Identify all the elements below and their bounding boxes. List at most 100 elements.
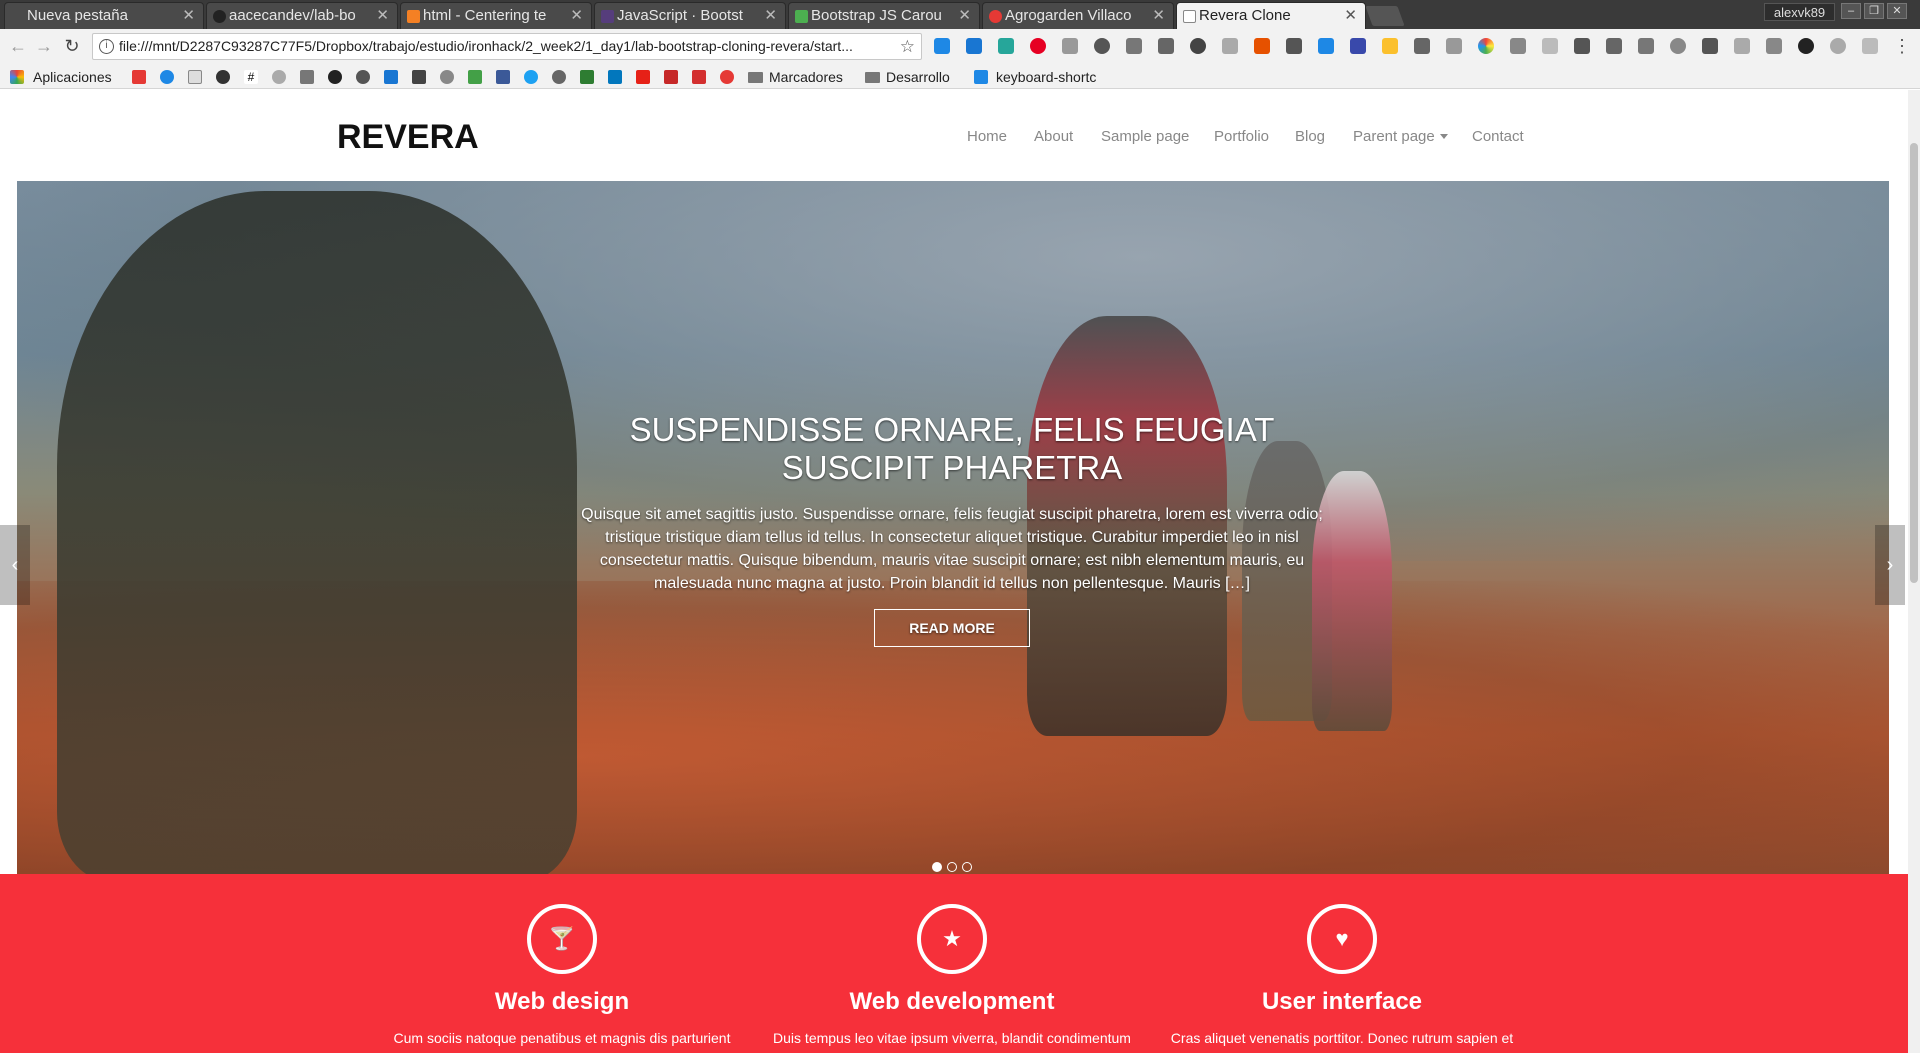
profile-button[interactable]: alexvk89: [1764, 3, 1835, 21]
bootstrap-icon: [601, 10, 614, 23]
tab-github[interactable]: aacecandev/lab-bo ✕: [206, 2, 398, 29]
bookmark-icon[interactable]: [300, 70, 314, 84]
extension-icon[interactable]: [1542, 38, 1558, 54]
extension-icon[interactable]: [1382, 38, 1398, 54]
tab-stackoverflow[interactable]: html - Centering te ✕: [400, 2, 592, 29]
forward-icon[interactable]: →: [34, 36, 54, 57]
bookmark-apps[interactable]: Aplicaciones: [33, 67, 112, 87]
extension-icon[interactable]: [1254, 38, 1270, 54]
tab-bootstrap-js[interactable]: JavaScript · Bootst ✕: [594, 2, 786, 29]
extension-icon[interactable]: [1158, 38, 1174, 54]
twitter-icon[interactable]: [524, 70, 538, 84]
new-tab-button[interactable]: [1365, 6, 1405, 26]
carousel-next-button[interactable]: ›: [1875, 525, 1905, 605]
extension-icon[interactable]: [1606, 38, 1622, 54]
bookmark-icon[interactable]: [720, 70, 734, 84]
extension-icon[interactable]: [1414, 38, 1430, 54]
info-icon[interactable]: i: [99, 39, 114, 54]
hash-icon[interactable]: #: [244, 70, 258, 84]
bookmark-icon[interactable]: [328, 70, 342, 84]
close-icon[interactable]: ✕: [182, 3, 195, 29]
bookmark-keyboard-shortcuts[interactable]: keyboard-shortc: [996, 67, 1108, 87]
back-icon[interactable]: ←: [8, 36, 28, 57]
close-icon[interactable]: ✕: [1152, 3, 1165, 29]
extension-icon[interactable]: [998, 38, 1014, 54]
extension-icon[interactable]: [1670, 38, 1686, 54]
gear-icon[interactable]: [1094, 38, 1110, 54]
menu-icon[interactable]: ⋮: [1892, 36, 1912, 57]
extension-icon[interactable]: [1638, 38, 1654, 54]
tab-nueva-pestana[interactable]: Nueva pestaña ✕: [4, 2, 204, 29]
extension-icon[interactable]: [1318, 38, 1334, 54]
carousel-prev-button[interactable]: ‹: [0, 525, 30, 605]
bookmark-icon[interactable]: [440, 70, 454, 84]
close-icon[interactable]: ✕: [958, 3, 971, 29]
nav-portfolio[interactable]: Portfolio: [1214, 128, 1269, 145]
extension-icon[interactable]: [934, 38, 950, 54]
extension-icon[interactable]: [1702, 38, 1718, 54]
scrollbar-thumb[interactable]: [1910, 143, 1918, 583]
nav-home[interactable]: Home: [967, 128, 1007, 145]
camera-icon[interactable]: [1510, 38, 1526, 54]
facebook-icon[interactable]: [496, 70, 510, 84]
pinterest-icon[interactable]: [1030, 38, 1046, 54]
bookmark-icon[interactable]: [608, 70, 622, 84]
extension-icon[interactable]: [1798, 38, 1814, 54]
restore-icon[interactable]: ❐: [1864, 3, 1884, 19]
extension-icon[interactable]: [1862, 38, 1878, 54]
address-bar[interactable]: i file:///mnt/D2287C93287C77F5/Dropbox/t…: [92, 33, 922, 60]
close-icon[interactable]: ✕: [764, 3, 777, 29]
bookmark-star-icon[interactable]: ☆: [900, 34, 915, 59]
nav-sample-page[interactable]: Sample page: [1101, 128, 1189, 145]
extension-icon[interactable]: [1766, 38, 1782, 54]
tab-bootstrap-carousel[interactable]: Bootstrap JS Carou ✕: [788, 2, 980, 29]
extension-icon[interactable]: [1062, 38, 1078, 54]
extension-icon[interactable]: [1222, 38, 1238, 54]
github-icon[interactable]: [216, 70, 230, 84]
bookmark-folder-desarrollo[interactable]: Desarrollo: [865, 67, 950, 87]
feature-text: Cras aliquet venenatis porttitor. Donec …: [1170, 1030, 1514, 1046]
reload-icon[interactable]: ↻: [62, 36, 82, 57]
extension-icon[interactable]: [966, 38, 982, 54]
bookmark-icon[interactable]: [188, 70, 202, 84]
extension-icon[interactable]: [1734, 38, 1750, 54]
carousel-indicator[interactable]: [962, 862, 972, 872]
shield-icon[interactable]: [1126, 38, 1142, 54]
page-scrollbar[interactable]: [1908, 90, 1920, 1053]
bookmark-icon[interactable]: [412, 70, 426, 84]
bookmark-icon[interactable]: [132, 70, 146, 84]
nav-contact[interactable]: Contact: [1472, 128, 1524, 145]
youtube-icon[interactable]: [636, 70, 650, 84]
tab-agrogarden[interactable]: Agrogarden Villaco ✕: [982, 2, 1174, 29]
carousel-indicator[interactable]: [947, 862, 957, 872]
close-icon[interactable]: ✕: [1344, 3, 1357, 29]
read-more-button[interactable]: READ MORE: [874, 609, 1030, 647]
extension-icon[interactable]: [1574, 38, 1590, 54]
close-icon[interactable]: ✕: [570, 3, 583, 29]
window-close-icon[interactable]: ✕: [1887, 3, 1907, 19]
bookmark-icon[interactable]: [356, 70, 370, 84]
bookmark-icon[interactable]: [384, 70, 398, 84]
bookmark-icon[interactable]: [272, 70, 286, 84]
minimize-icon[interactable]: –: [1841, 3, 1861, 19]
carousel-indicator[interactable]: [932, 862, 942, 872]
bookmark-icon[interactable]: [552, 70, 566, 84]
nav-blog[interactable]: Blog: [1295, 128, 1325, 145]
bookmark-icon[interactable]: [664, 70, 678, 84]
nav-about[interactable]: About: [1034, 128, 1073, 145]
bookmark-icon[interactable]: [468, 70, 482, 84]
extension-icon[interactable]: [1286, 38, 1302, 54]
bookmark-folder-marcadores[interactable]: Marcadores: [748, 67, 843, 87]
extension-icon[interactable]: [1190, 38, 1206, 54]
extension-icon[interactable]: [1350, 38, 1366, 54]
color-picker-icon[interactable]: [1478, 38, 1494, 54]
site-logo[interactable]: REVERA: [337, 118, 479, 157]
nav-parent-page[interactable]: Parent page: [1353, 128, 1448, 145]
bookmark-icon[interactable]: [160, 70, 174, 84]
close-icon[interactable]: ✕: [376, 3, 389, 29]
extension-icon[interactable]: [1830, 38, 1846, 54]
extension-icon[interactable]: [1446, 38, 1462, 54]
tab-revera-clone[interactable]: Revera Clone ✕: [1176, 2, 1366, 29]
bookmark-icon[interactable]: [580, 70, 594, 84]
bookmark-icon[interactable]: [692, 70, 706, 84]
